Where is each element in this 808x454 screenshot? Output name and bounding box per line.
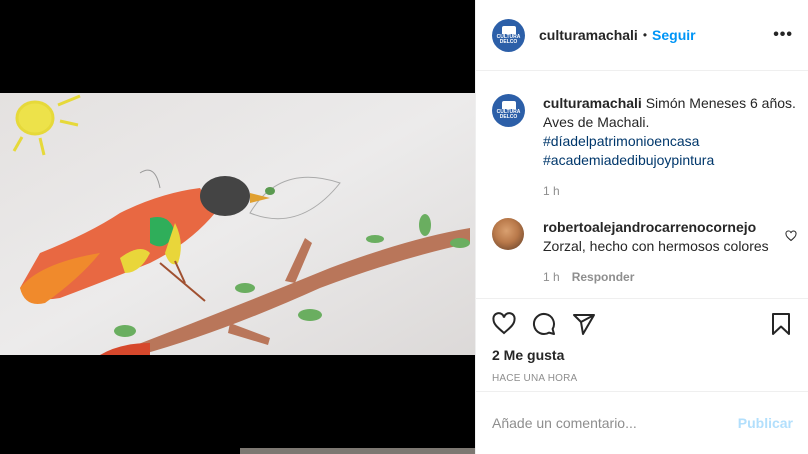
post-side-panel: CULTURA DELCO culturamachali • Seguir ••… <box>475 0 808 454</box>
comment-item: robertoalejandrocarrenocornejo Zorzal, h… <box>492 218 797 284</box>
share-icon[interactable] <box>572 312 596 336</box>
caption-time[interactable]: 1 h <box>543 184 560 198</box>
comments-section[interactable]: CULTURA DELCO culturamachali Simón Menes… <box>476 72 808 298</box>
heart-icon[interactable] <box>492 312 516 336</box>
caption-text: culturamachali Simón Meneses 6 años. Ave… <box>543 94 797 170</box>
comment-meta: 1 h Responder <box>543 270 797 284</box>
caption-avatar[interactable]: CULTURA DELCO <box>492 94 525 127</box>
reply-button[interactable]: Responder <box>572 270 635 284</box>
post-header: CULTURA DELCO culturamachali • Seguir ••… <box>476 0 808 71</box>
account-avatar[interactable]: CULTURA DELCO <box>492 18 525 52</box>
follow-button[interactable]: Seguir <box>652 27 696 43</box>
avatar-logo-icon <box>501 25 516 34</box>
post-modal: CULTURA DELCO culturamachali • Seguir ••… <box>0 0 808 454</box>
more-icon[interactable]: ••• <box>773 26 793 44</box>
header-username[interactable]: culturamachali <box>539 27 638 43</box>
avatar-logo-text: CULTURA DELCO <box>496 109 521 120</box>
caption-username[interactable]: culturamachali <box>543 95 642 111</box>
bookmark-icon[interactable] <box>769 312 793 336</box>
caption-meta: 1 h <box>543 184 797 198</box>
comment-text: robertoalejandrocarrenocornejo Zorzal, h… <box>543 218 797 256</box>
post-image-area[interactable] <box>0 0 475 454</box>
add-comment-bar: Publicar <box>476 391 808 454</box>
publish-button[interactable]: Publicar <box>738 415 793 431</box>
avatar-logo-icon <box>501 101 516 109</box>
hashtag-link[interactable]: #academiadedibujoypintura <box>543 152 714 168</box>
post-timestamp[interactable]: Hace una hora <box>492 373 793 384</box>
separator-dot: • <box>642 28 648 42</box>
actions-section: 2 Me gusta Hace una hora <box>476 298 808 384</box>
comment-icon[interactable] <box>532 312 556 336</box>
avatar-logo-text: CULTURA DELCO <box>496 33 521 45</box>
comment-input[interactable] <box>492 415 738 431</box>
hashtag-link[interactable]: #díadelpatrimonioencasa <box>543 133 699 149</box>
comment-body: Zorzal, hecho con hermosos colores <box>543 238 769 254</box>
comment-time[interactable]: 1 h <box>543 270 560 284</box>
action-icons <box>492 299 793 349</box>
like-comment-heart-icon[interactable] <box>785 230 797 242</box>
commenter-avatar[interactable] <box>492 218 524 250</box>
caption: CULTURA DELCO culturamachali Simón Menes… <box>492 94 797 198</box>
comment-username[interactable]: robertoalejandrocarrenocornejo <box>543 219 756 235</box>
likes-count[interactable]: 2 Me gusta <box>492 347 793 363</box>
bird-drawing-image <box>0 93 475 355</box>
